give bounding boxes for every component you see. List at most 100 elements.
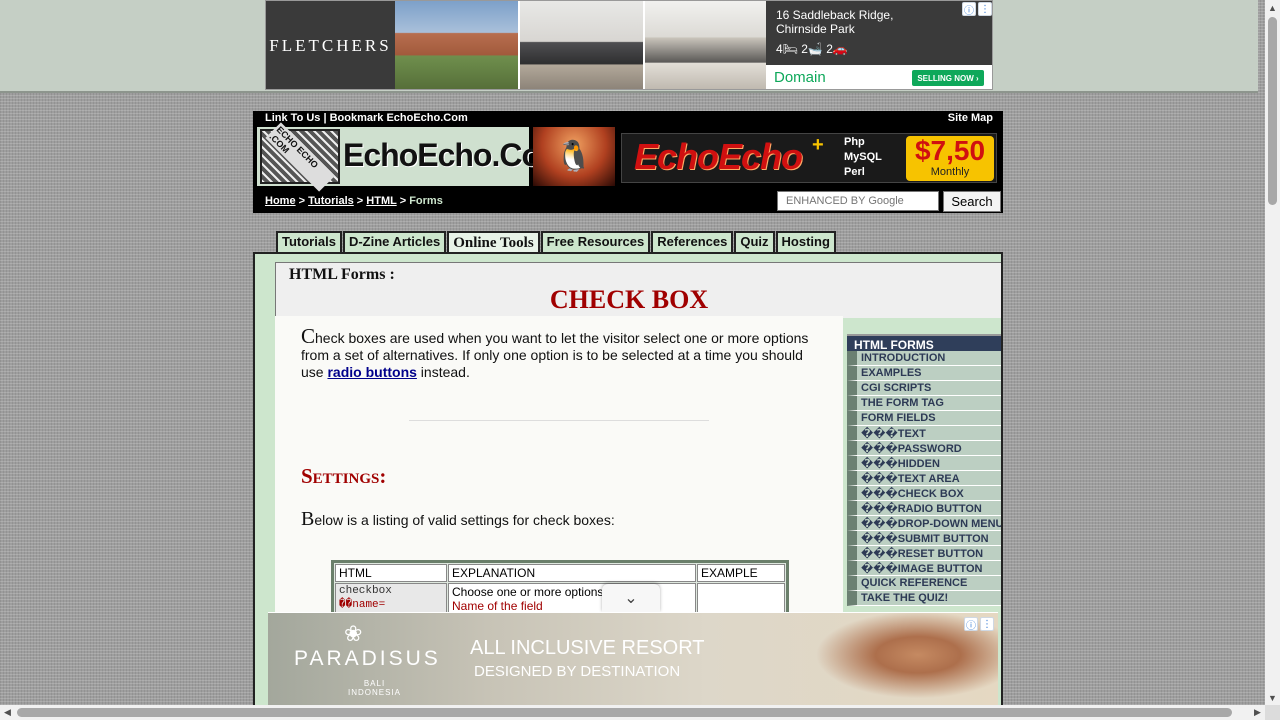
- tab-quiz[interactable]: Quiz: [734, 231, 775, 252]
- header-top-links[interactable]: Link To Us | Bookmark EchoEcho.Com: [265, 112, 468, 124]
- hosting-price: $7,50: [914, 135, 986, 166]
- side-nav-heading: HTML FORMS: [847, 334, 1001, 352]
- table-cell-code: checkbox ��name=: [335, 583, 447, 615]
- side-nav-item-take-quiz[interactable]: TAKE THE QUIZ!: [847, 591, 1001, 606]
- ad-collapse-chevron-icon[interactable]: ⌄: [602, 584, 660, 612]
- breadcrumb-current: Forms: [409, 195, 443, 207]
- hosting-plus-icon: +: [812, 134, 824, 156]
- side-nav-item-text-area[interactable]: ���TEXT AREA: [847, 471, 1001, 486]
- penguin-mascot-icon: 🐧: [533, 127, 615, 186]
- divider: [409, 420, 709, 421]
- code-checkbox: checkbox: [339, 585, 392, 597]
- tab-tutorials[interactable]: Tutorials: [276, 231, 342, 252]
- hosting-brand: EchoEcho: [634, 136, 803, 177]
- top-ad-banner[interactable]: FLETCHERS 16 Saddleback Ridge, Chirnside…: [265, 0, 993, 90]
- site-map-link[interactable]: Site Map: [948, 112, 993, 124]
- breadcrumb-separator: >: [353, 195, 367, 207]
- ad-address-line1: 16 Saddleback Ridge,: [776, 8, 894, 22]
- hosting-languages: Php MySQL Perl: [844, 135, 882, 180]
- settings-dropcap: B: [301, 508, 315, 530]
- hosting-lang-mysql: MySQL: [844, 151, 882, 163]
- side-nav-item-form-fields[interactable]: FORM FIELDS: [847, 411, 1001, 426]
- side-nav-item-cgi-scripts[interactable]: CGI SCRIPTS: [847, 381, 1001, 396]
- intro-text-after: instead.: [416, 364, 470, 380]
- radio-buttons-link[interactable]: radio buttons: [327, 364, 416, 380]
- ad-living-room-photo[interactable]: [520, 1, 643, 89]
- side-nav-item-hidden[interactable]: ���HIDDEN: [847, 456, 1001, 471]
- scroll-right-arrow-icon[interactable]: ▶: [1250, 705, 1265, 720]
- tab-free-resources[interactable]: Free Resources: [540, 231, 651, 252]
- side-nav-item-examples[interactable]: EXAMPLES: [847, 366, 1001, 381]
- hosting-period: Monthly: [930, 166, 970, 178]
- side-nav-item-form-tag[interactable]: THE FORM TAG: [847, 396, 1001, 411]
- settings-table: HTML EXPLANATION EXAMPLE checkbox ��name=…: [331, 560, 789, 619]
- tab-references[interactable]: References: [651, 231, 734, 252]
- ad-brand-sub1: BALI: [363, 679, 386, 688]
- bottom-ad-banner[interactable]: ❀ PARADISUS BALI INDONESIA ALL INCLUSIVE…: [268, 612, 998, 705]
- hosting-lang-php: Php: [844, 136, 865, 148]
- site-header: Link To Us | Bookmark EchoEcho.Com Site …: [253, 111, 1003, 213]
- breadcrumb-separator: >: [295, 195, 309, 207]
- ad-domain-row[interactable]: Domain SELLING NOW ›: [766, 65, 992, 89]
- scroll-up-arrow-icon[interactable]: ▲: [1265, 0, 1280, 15]
- side-nav-item-submit-button[interactable]: ���SUBMIT BUTTON: [847, 531, 1001, 546]
- side-nav-item-introduction[interactable]: INTRODUCTION: [847, 351, 1001, 366]
- table-header-row: HTML EXPLANATION EXAMPLE: [335, 564, 785, 582]
- ad-brand-location: BALI INDONESIA: [348, 679, 401, 697]
- horizontal-scroll-thumb[interactable]: [17, 708, 1232, 717]
- ad-kitchen-photo[interactable]: [645, 1, 766, 89]
- breadcrumb-html[interactable]: HTML: [366, 195, 396, 207]
- settings-intro-text: elow is a listing of valid settings for …: [314, 512, 615, 528]
- search-button[interactable]: Search: [943, 191, 1001, 212]
- hosting-banner[interactable]: EchoEcho + Php MySQL Perl $7,50 Monthly: [621, 133, 997, 183]
- vertical-scroll-thumb[interactable]: [1268, 17, 1277, 205]
- main-nav-tabs: Tutorials D-Zine Articles Online Tools F…: [276, 231, 837, 255]
- ad-brand-paradisus: PARADISUS: [294, 647, 441, 670]
- side-nav-item-radio-button[interactable]: ���RADIO BUTTON: [847, 501, 1001, 516]
- search-input[interactable]: [777, 191, 939, 211]
- ad-bed-bath-car: 4🛏 2🛁 2🚗: [776, 42, 848, 56]
- ad-house-photo[interactable]: [395, 1, 518, 89]
- side-nav-item-drop-down-menu[interactable]: ���DROP-DOWN MENU: [847, 516, 1001, 531]
- horizontal-scrollbar[interactable]: ◀ ▶: [0, 705, 1265, 720]
- side-nav-item-reset-button[interactable]: ���RESET BUTTON: [847, 546, 1001, 561]
- top-ad-band: FLETCHERS 16 Saddleback Ridge, Chirnside…: [0, 0, 1258, 93]
- bottom-ad-menu-icon[interactable]: ⋮: [980, 617, 994, 631]
- table-header-explanation: EXPLANATION: [448, 564, 696, 582]
- side-nav-item-quick-reference[interactable]: QUICK REFERENCE: [847, 576, 1001, 591]
- ad-info-icon[interactable]: ⓘ: [962, 2, 976, 17]
- side-nav: HTML FORMS INTRODUCTION EXAMPLES CGI SCR…: [847, 334, 1001, 606]
- bottom-ad-info-icon[interactable]: ⓘ: [964, 617, 978, 632]
- table-cell-example: [697, 583, 785, 615]
- ad-address-block[interactable]: 16 Saddleback Ridge, Chirnside Park 4🛏 2…: [766, 1, 992, 65]
- tab-hosting[interactable]: Hosting: [775, 231, 836, 252]
- logo-badge-text: ECHO ECHO .COM: [265, 121, 335, 192]
- side-nav-item-check-box[interactable]: ���CHECK BOX: [847, 486, 1001, 501]
- side-nav-item-image-button[interactable]: ���IMAGE BUTTON: [847, 561, 1001, 576]
- breadcrumb-tutorials[interactable]: Tutorials: [308, 195, 354, 207]
- side-nav-item-text[interactable]: ���TEXT: [847, 426, 1001, 441]
- site-logo[interactable]: ECHO ECHO .COM EchoEcho.Com: [257, 121, 568, 192]
- ad-subheadline: DESIGNED BY DESTINATION: [474, 663, 681, 680]
- scroll-left-arrow-icon[interactable]: ◀: [0, 705, 15, 720]
- breadcrumb-home[interactable]: Home: [265, 195, 296, 207]
- side-nav-item-password[interactable]: ���PASSWORD: [847, 441, 1001, 456]
- breadcrumb: Home > Tutorials > HTML > Forms: [265, 195, 443, 207]
- ad-network-logo: Domain: [774, 69, 826, 86]
- tab-dzine-articles[interactable]: D-Zine Articles: [342, 231, 447, 252]
- ad-address-line2: Chirnside Park: [776, 22, 855, 36]
- hosting-price-badge: $7,50 Monthly: [906, 136, 994, 181]
- vertical-scrollbar[interactable]: ▲ ▼: [1265, 0, 1280, 706]
- table-row: checkbox ��name= Choose one or more optio…: [335, 583, 785, 615]
- page-title: CHECK BOX: [549, 285, 709, 314]
- intro-paragraph: Check boxes are used when you want to le…: [301, 326, 823, 381]
- scroll-down-arrow-icon[interactable]: ▼: [1265, 690, 1280, 705]
- settings-intro: Below is a listing of valid settings for…: [301, 508, 615, 531]
- intro-dropcap: C: [301, 324, 316, 348]
- ad-selling-now-button[interactable]: SELLING NOW ›: [912, 70, 984, 86]
- logo-badge-icon: ECHO ECHO .COM: [260, 121, 340, 192]
- table-header-html: HTML: [335, 564, 447, 582]
- ad-menu-icon[interactable]: ⋮: [978, 2, 992, 16]
- ad-headline: ALL INCLUSIVE RESORT: [470, 637, 705, 659]
- ad-brand-fletchers[interactable]: FLETCHERS: [266, 1, 395, 89]
